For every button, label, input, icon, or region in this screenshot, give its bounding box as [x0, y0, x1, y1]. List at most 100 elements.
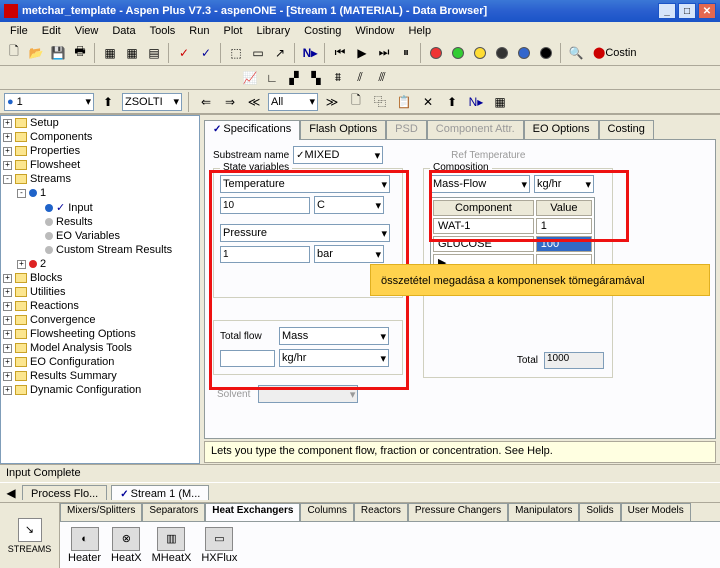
- tree-panel[interactable]: +Setup+Components+Properties+Flowsheet-S…: [0, 115, 200, 464]
- play-icon[interactable]: ▶: [352, 43, 372, 63]
- expand-icon[interactable]: +: [3, 372, 12, 381]
- tab-eo-options[interactable]: EO Options: [524, 120, 599, 140]
- table-icon[interactable]: ▤: [144, 43, 164, 63]
- tab-psd[interactable]: PSD: [386, 120, 427, 140]
- pitem-mheatx[interactable]: ▥MHeatX: [152, 527, 192, 564]
- ptab-usermodels[interactable]: User Models: [621, 503, 691, 521]
- substream-select[interactable]: ✓MIXED▾: [293, 146, 383, 164]
- ptab-pressure[interactable]: Pressure Changers: [408, 503, 508, 521]
- chart-icon[interactable]: 📈: [240, 68, 260, 88]
- tab-costing[interactable]: Costing: [599, 120, 654, 140]
- tree-item[interactable]: +Reactions: [1, 299, 199, 313]
- expand-icon[interactable]: +: [17, 260, 26, 269]
- expand-icon[interactable]: -: [3, 175, 12, 184]
- expand-icon[interactable]: +: [3, 288, 12, 297]
- ptab-mixers[interactable]: Mixers/Splitters: [60, 503, 142, 521]
- tab-scroll-left-icon[interactable]: ◀: [4, 483, 18, 503]
- totalflow-input[interactable]: [220, 350, 275, 367]
- menu-file[interactable]: File: [4, 24, 34, 38]
- tab-flash-options[interactable]: Flash Options: [300, 120, 386, 140]
- status-dot-yellow[interactable]: [470, 43, 490, 63]
- expand-icon[interactable]: +: [3, 316, 12, 325]
- copy-form-icon[interactable]: ⿻: [370, 92, 390, 112]
- menu-tools[interactable]: Tools: [144, 24, 182, 38]
- pressure-input[interactable]: [220, 246, 310, 263]
- composition-unit-select[interactable]: kg/hr▾: [534, 175, 594, 193]
- menu-costing[interactable]: Costing: [298, 24, 347, 38]
- check-icon[interactable]: ✓: [174, 43, 194, 63]
- tree-item[interactable]: +EO Configuration: [1, 355, 199, 369]
- grid-icon[interactable]: ▦: [122, 43, 142, 63]
- expand-icon[interactable]: +: [3, 302, 12, 311]
- tree-item[interactable]: -Streams: [1, 172, 199, 186]
- tree-item[interactable]: +Properties: [1, 144, 199, 158]
- component-table[interactable]: ComponentValue WAT-11 GLUCOSE100 ▶: [430, 197, 595, 274]
- maximize-button[interactable]: □: [678, 3, 696, 19]
- tree-item[interactable]: EO Variables: [1, 229, 199, 243]
- tree-item[interactable]: +Setup: [1, 116, 199, 130]
- run-next-icon[interactable]: N▸: [300, 43, 320, 63]
- user-selector[interactable]: ZSOLTI▾: [122, 93, 182, 111]
- tree-item[interactable]: +Utilities: [1, 285, 199, 299]
- tree-item[interactable]: +Model Analysis Tools: [1, 341, 199, 355]
- play-start-icon[interactable]: ⏮: [330, 43, 350, 63]
- stream-icon[interactable]: ↗: [270, 43, 290, 63]
- ptab-reactors[interactable]: Reactors: [354, 503, 408, 521]
- plot3-icon[interactable]: ⩩: [328, 68, 348, 88]
- ptab-heatexch[interactable]: Heat Exchangers: [205, 503, 300, 521]
- tree-item[interactable]: +Results Summary: [1, 369, 199, 383]
- menu-data[interactable]: Data: [106, 24, 141, 38]
- data-browser-icon[interactable]: ▦: [100, 43, 120, 63]
- menu-plot[interactable]: Plot: [217, 24, 248, 38]
- pitem-hxflux[interactable]: ▭HXFlux: [201, 527, 237, 564]
- temperature-input[interactable]: [220, 197, 310, 214]
- status-dot-blue[interactable]: [514, 43, 534, 63]
- new-icon[interactable]: 🗋: [4, 43, 24, 63]
- pressure-unit-select[interactable]: bar▾: [314, 245, 384, 263]
- new-form-icon[interactable]: 🗋: [346, 92, 366, 112]
- tree-item[interactable]: +Blocks: [1, 271, 199, 285]
- status-dot-filled[interactable]: [492, 43, 512, 63]
- minimize-button[interactable]: _: [658, 3, 676, 19]
- tab-specifications[interactable]: Specifications: [204, 120, 300, 140]
- tree-item[interactable]: ✓Input: [1, 200, 199, 215]
- menu-view[interactable]: View: [69, 24, 105, 38]
- tree-item[interactable]: +Convergence: [1, 313, 199, 327]
- ptab-separators[interactable]: Separators: [142, 503, 205, 521]
- expand-icon[interactable]: +: [3, 147, 12, 156]
- forward-icon[interactable]: ⇒: [220, 92, 240, 112]
- expand-icon[interactable]: +: [3, 133, 12, 142]
- ptab-solids[interactable]: Solids: [579, 503, 620, 521]
- open-icon[interactable]: 📂: [26, 43, 46, 63]
- totalflow-unit-select[interactable]: kg/hr▾: [279, 349, 389, 367]
- up-icon[interactable]: ⬆: [98, 92, 118, 112]
- axes-icon[interactable]: ∟: [262, 68, 282, 88]
- plot2-icon[interactable]: ▚: [306, 68, 326, 88]
- ptab-manipulators[interactable]: Manipulators: [508, 503, 579, 521]
- flowsheet-icon[interactable]: ⬚: [226, 43, 246, 63]
- run-check-icon[interactable]: N▸: [466, 92, 486, 112]
- status-dot-green[interactable]: [448, 43, 468, 63]
- menu-edit[interactable]: Edit: [36, 24, 67, 38]
- temperature-unit-select[interactable]: C▾: [314, 196, 384, 214]
- tree-item[interactable]: +Flowsheeting Options: [1, 327, 199, 341]
- costing-button[interactable]: ⬤ Costin: [588, 43, 642, 63]
- expand-icon[interactable]: +: [3, 119, 12, 128]
- expand-icon[interactable]: -: [17, 189, 26, 198]
- ptab-columns[interactable]: Columns: [300, 503, 353, 521]
- menu-help[interactable]: Help: [403, 24, 438, 38]
- delete-form-icon[interactable]: ✕: [418, 92, 438, 112]
- tree-item[interactable]: +Flowsheet: [1, 158, 199, 172]
- menu-library[interactable]: Library: [250, 24, 296, 38]
- status-dot-red[interactable]: [426, 43, 446, 63]
- menu-window[interactable]: Window: [349, 24, 400, 38]
- block-icon[interactable]: ▭: [248, 43, 268, 63]
- tree-item[interactable]: Custom Stream Results: [1, 243, 199, 257]
- find-icon[interactable]: 🔍: [566, 43, 586, 63]
- print-icon[interactable]: 🖶: [70, 43, 90, 63]
- expand-icon[interactable]: +: [3, 161, 12, 170]
- pause-icon[interactable]: ⏸: [396, 43, 416, 63]
- save-icon[interactable]: 💾: [48, 43, 68, 63]
- status-dot-black[interactable]: [536, 43, 556, 63]
- expand-icon[interactable]: +: [3, 274, 12, 283]
